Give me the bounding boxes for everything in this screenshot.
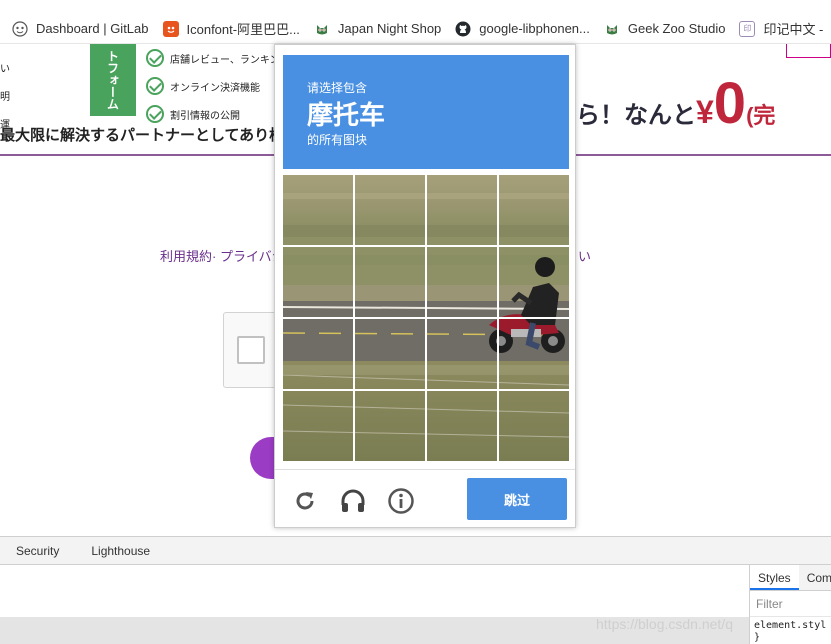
headphones-icon[interactable]	[339, 487, 367, 515]
owl-icon	[313, 20, 330, 37]
bookmark-gitlab[interactable]: Dashboard | GitLab	[12, 17, 149, 41]
feature-label: 割引情報の公開	[170, 110, 240, 122]
challenge-footer: 跳过	[275, 469, 575, 529]
image-tile[interactable]	[355, 175, 425, 245]
bookmark-label: Iconfont-阿里巴巴...	[186, 22, 300, 37]
browser-window: Dashboard | GitLab Iconfont-阿里巴巴... Japa…	[0, 0, 831, 644]
check-circle-icon	[146, 49, 164, 67]
recaptcha-challenge-dialog: 请选择包含 摩托车 的所有图块 跳过	[274, 44, 576, 528]
yinji-icon: 印	[739, 20, 756, 37]
bookmark-geek-zoo-studio[interactable]: Geek Zoo Studio	[603, 17, 726, 41]
bookmark-yinji[interactable]: 印 印记中文 -	[739, 17, 823, 41]
tab-styles[interactable]: Styles	[750, 565, 799, 590]
image-tile[interactable]	[355, 247, 425, 317]
bookmark-label: google-libphonen...	[479, 21, 590, 36]
reload-icon[interactable]	[291, 487, 319, 515]
info-icon[interactable]	[387, 487, 415, 515]
banner-right-text: ら！なんと	[576, 102, 696, 129]
challenge-header: 请选择包含 摩托车 的所有图块	[283, 55, 569, 169]
bookmark-github-libphonenumber[interactable]: google-libphonen...	[455, 17, 590, 41]
bookmarks-bar: Dashboard | GitLab Iconfont-阿里巴巴... Japa…	[0, 0, 831, 44]
styles-tabs: Styles Com	[750, 565, 831, 591]
banner-tagline: 最大限に解決するパートナーとしてあり様	[0, 127, 285, 144]
image-tile[interactable]	[427, 319, 497, 389]
bookmark-label: Geek Zoo Studio	[627, 21, 726, 36]
feature-label: オンライン決済機能	[170, 82, 260, 94]
bookmark-label: Dashboard | GitLab	[36, 21, 149, 36]
image-tile[interactable]	[499, 175, 569, 245]
bookmark-label: 印记中文 -	[763, 22, 824, 37]
csdn-watermark: https://blog.csdn.net/q	[596, 616, 733, 632]
banner-corner-decoration	[786, 44, 831, 58]
iconfont-icon	[162, 20, 179, 37]
devtools-main-pane	[0, 565, 749, 617]
bookmark-japan-night-shop[interactable]: Japan Night Shop	[313, 17, 442, 41]
recaptcha-checkbox[interactable]	[237, 336, 265, 364]
devtools-styles-pane: Styles Com Filter element.styl }	[749, 565, 831, 644]
check-circle-icon	[146, 105, 164, 123]
terms-links[interactable]: 利用規約· プライバシ い	[160, 246, 591, 265]
challenge-image-grid	[283, 175, 569, 461]
terms-link[interactable]: 利用規約· プライバシ	[160, 249, 285, 264]
challenge-target: 摩托车	[307, 100, 386, 130]
yen-sign: ¥	[696, 94, 714, 130]
banner-green-label: トフォーム	[90, 44, 136, 116]
image-tile[interactable]	[355, 391, 425, 461]
banner-left-line: 明	[0, 92, 10, 103]
image-tile[interactable]	[499, 391, 569, 461]
owl-icon	[603, 20, 620, 37]
devtools-tabs: Security Lighthouse	[0, 537, 831, 565]
image-tile[interactable]	[499, 247, 569, 317]
check-circle-icon	[146, 77, 164, 95]
image-tile[interactable]	[283, 391, 353, 461]
code-line: }	[754, 632, 761, 643]
github-icon	[455, 20, 472, 37]
image-tile[interactable]	[427, 247, 497, 317]
element-style-rule: element.styl }	[750, 617, 831, 644]
tab-lighthouse[interactable]: Lighthouse	[75, 537, 166, 565]
image-tile[interactable]	[283, 319, 353, 389]
tab-security[interactable]: Security	[0, 537, 75, 565]
bookmark-iconfont[interactable]: Iconfont-阿里巴巴...	[162, 17, 300, 41]
banner-left-line: い	[0, 64, 10, 75]
styles-filter-input[interactable]: Filter	[750, 591, 831, 617]
banner-price-text: ら！なんと¥0(完	[576, 75, 776, 133]
image-tile[interactable]	[283, 175, 353, 245]
challenge-instruction-tail: 的所有图块	[307, 133, 368, 147]
image-tile[interactable]	[283, 247, 353, 317]
image-tile[interactable]	[427, 391, 497, 461]
gitlab-fox-icon	[12, 20, 28, 37]
code-line: element.styl	[754, 620, 827, 631]
terms-tail: い	[578, 249, 592, 264]
image-tile[interactable]	[499, 319, 569, 389]
tab-computed[interactable]: Com	[799, 565, 831, 590]
price-zero: 0	[713, 71, 747, 136]
bookmark-label: Japan Night Shop	[337, 21, 442, 36]
image-tile[interactable]	[355, 319, 425, 389]
challenge-instruction: 请选择包含	[307, 81, 368, 95]
image-tile[interactable]	[427, 175, 497, 245]
skip-button[interactable]: 跳过	[467, 478, 567, 520]
banner-right-tail: (完	[746, 103, 776, 128]
